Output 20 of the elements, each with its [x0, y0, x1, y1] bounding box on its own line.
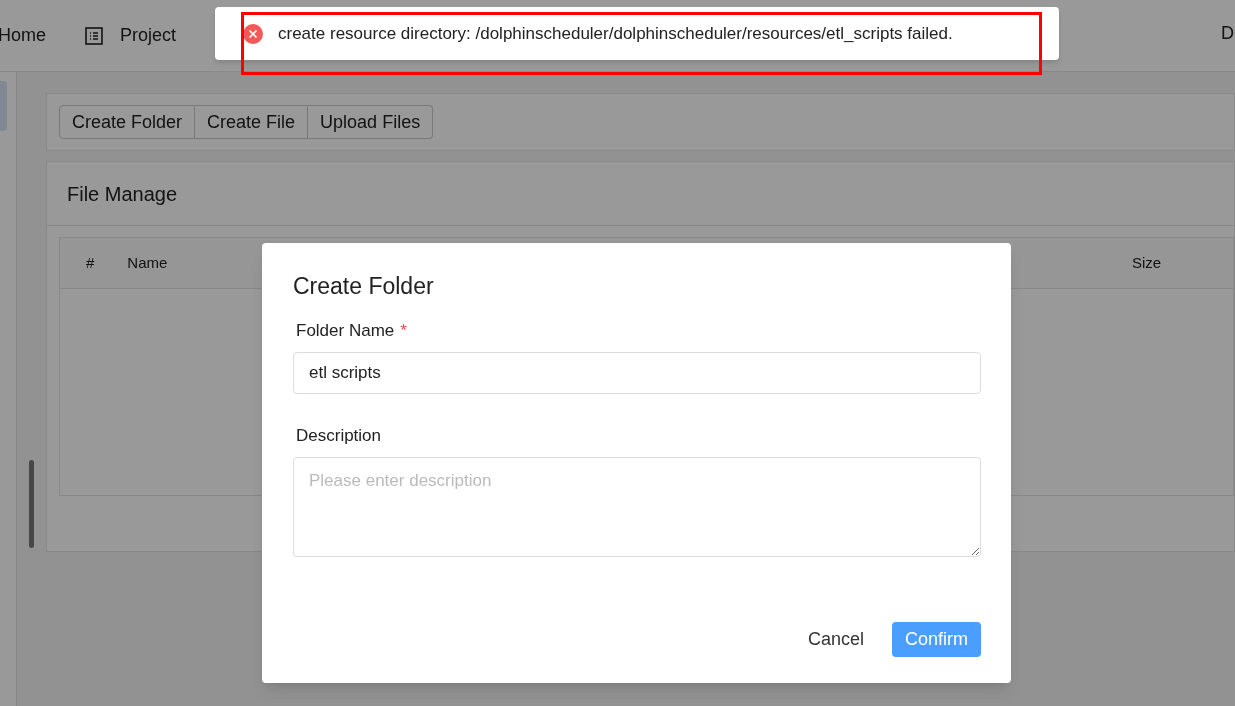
column-header: # [86, 252, 95, 273]
user-menu[interactable]: D [1221, 20, 1234, 47]
nav-item[interactable]: Home [0, 15, 46, 56]
scrollbar-thumb[interactable] [29, 460, 34, 548]
card-title: File Manage [67, 181, 178, 207]
dialog-title: Create Folder [293, 272, 435, 301]
description-field[interactable]: Please enter description [293, 457, 981, 557]
sidebar-item[interactable] [0, 81, 7, 131]
nav-item[interactable]: Project [84, 15, 177, 56]
message-text: create resource directory: /dolphinscheduler/dolphinscheduler/resources/etl_scripts failed. [278, 22, 953, 45]
required-mark: * [400, 320, 407, 343]
column-header: Size [1132, 252, 1162, 273]
toolbar-button[interactable]: Upload Files [308, 105, 434, 139]
field-label: Folder Name [296, 320, 395, 343]
list-icon [84, 25, 104, 46]
field-label: Description [296, 425, 382, 448]
column-header: Name [127, 252, 168, 273]
folder-name-field[interactable]: etl scripts [293, 352, 981, 394]
toolbar-button[interactable]: Create Folder [59, 105, 196, 139]
toolbar-button[interactable]: Create File [195, 105, 309, 139]
